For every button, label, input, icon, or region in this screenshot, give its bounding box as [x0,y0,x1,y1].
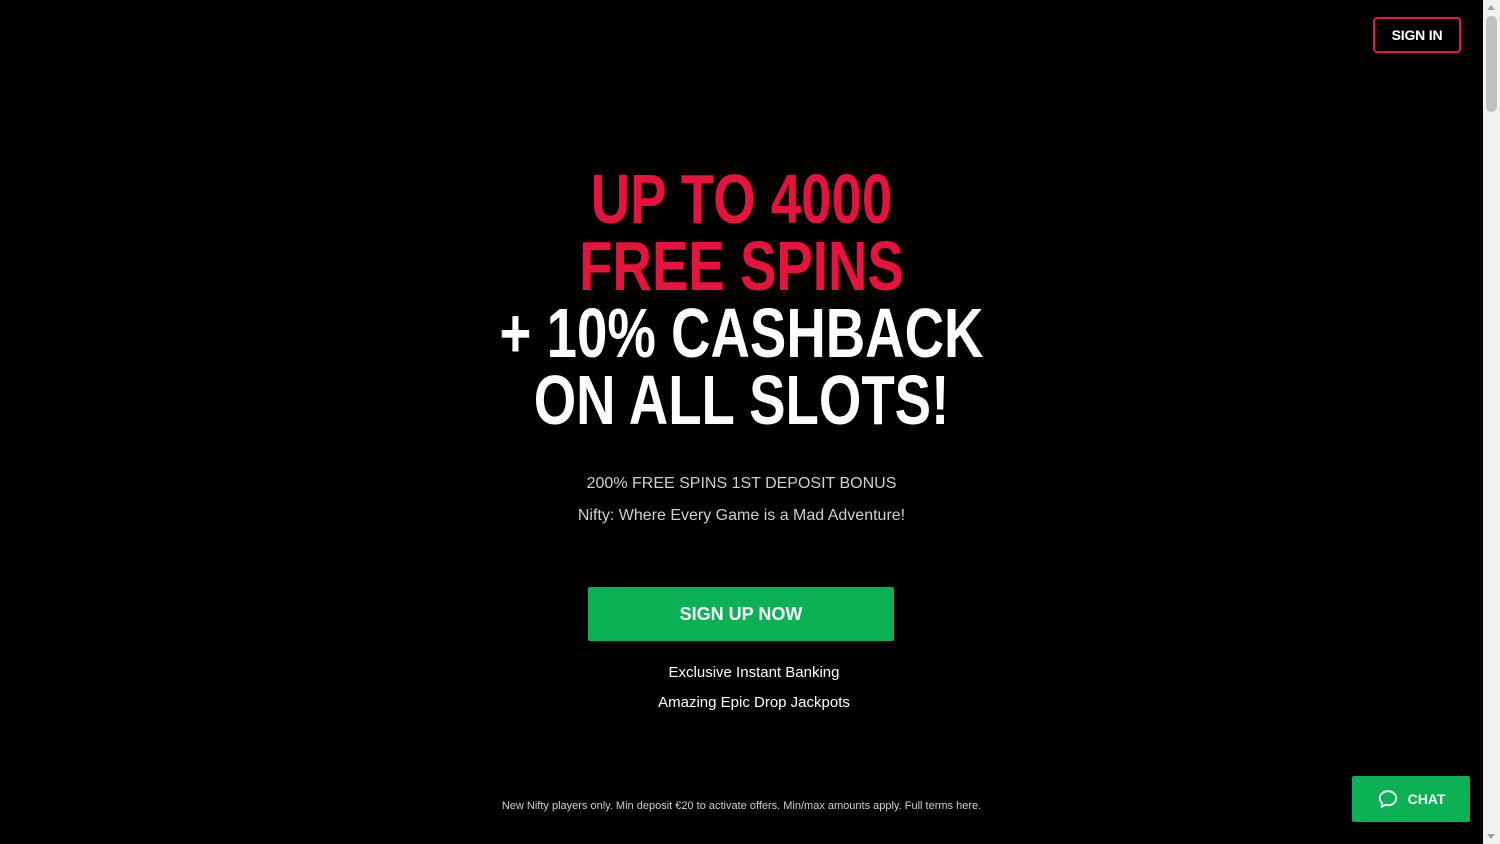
sign-in-button[interactable]: SIGN IN [1373,17,1461,53]
sign-up-button[interactable]: SIGN UP NOW [588,587,894,641]
headline-line-2: FREE SPINS [579,227,904,305]
vertical-scrollbar[interactable] [1483,0,1500,844]
tagline: Nifty: Where Every Game is a Mad Adventu… [577,507,906,524]
scroll-up-arrow-icon[interactable] [1487,5,1495,10]
chat-label: CHAT [1407,791,1446,807]
hero-headline: UP TO 4000 FREE SPINS + 10% CASHBACK ON … [0,160,1483,439]
chat-bubble-icon [1378,790,1397,808]
scroll-down-arrow-icon[interactable] [1487,834,1495,839]
scroll-thumb[interactable] [1486,16,1497,112]
bonus-subtitle: 200% FREE SPINS 1ST DEPOSIT BONUS [586,475,897,492]
headline-line-3: + 10% CASHBACK [499,294,984,372]
landing-page: SIGN IN UP TO 4000 FREE SPINS + 10% CASH… [0,0,1483,844]
feature-epic-drop-jackpots: Amazing Epic Drop Jackpots [658,694,850,711]
headline-line-1: UP TO 4000 [590,160,893,238]
terms-disclaimer: New Nifty players only. Min deposit €20 … [0,800,1483,812]
feature-instant-banking: Exclusive Instant Banking [668,664,840,681]
disclaimer-text: New Nifty players only. Min deposit €20 … [501,800,902,812]
headline-line-4: ON ALL SLOTS! [533,361,950,439]
full-terms-link[interactable]: Full terms here. [905,800,981,812]
chat-button[interactable]: CHAT [1352,776,1470,822]
